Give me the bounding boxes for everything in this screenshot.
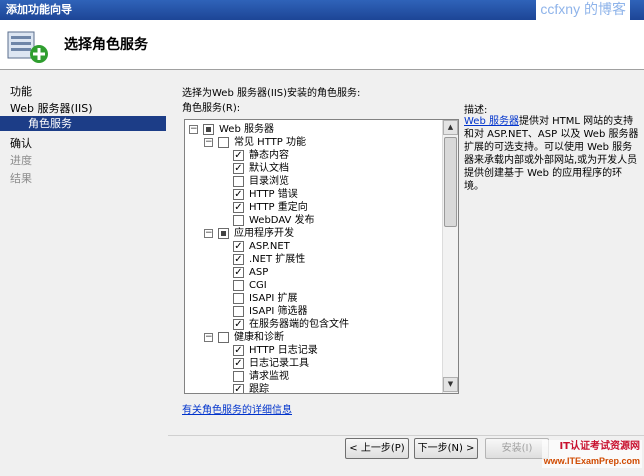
tree-scrollbar[interactable]: ▲ ▼ xyxy=(442,120,458,393)
tree-item-checkbox[interactable] xyxy=(218,332,229,343)
tree-item-checkbox[interactable] xyxy=(233,280,244,291)
scroll-up-arrow-icon[interactable]: ▲ xyxy=(443,120,458,135)
tree-item-label: Web 服务器 xyxy=(219,124,274,135)
tree-item-label: 跟踪 xyxy=(249,384,269,394)
tree-item-checkbox[interactable]: ✓ xyxy=(233,189,244,200)
instruction-text: 选择为Web 服务器(IIS)安装的角色服务: xyxy=(182,88,361,99)
tree-collapse-icon[interactable]: − xyxy=(204,138,213,147)
scroll-thumb[interactable] xyxy=(444,137,457,227)
tree-item-label: WebDAV 发布 xyxy=(249,215,315,226)
wizard-header: 选择角色服务 xyxy=(0,20,644,70)
tree-item-label: 日志记录工具 xyxy=(249,358,309,369)
blog-watermark: ccfxny 的博客 xyxy=(536,0,630,20)
bottom-divider xyxy=(168,435,644,436)
site-watermark: IT认证考试资源网 www.ITExamPrep.com xyxy=(541,440,642,468)
tree-item-checkbox[interactable]: ✓ xyxy=(233,150,244,161)
nav-step-confirmation[interactable]: 确认 xyxy=(10,135,32,151)
tree-item-label: 默认文档 xyxy=(249,163,289,174)
description-title: 描述: xyxy=(464,105,488,116)
tree-item-label: 在服务器端的包含文件 xyxy=(249,319,349,330)
role-services-tree[interactable]: − Web 服务器 − 常见 HTTP 功能 ✓ 静态内容 ✓ 默认文档 目录浏览 ✓ HTTP 错… xyxy=(184,119,459,394)
page-title: 选择角色服务 xyxy=(64,37,148,53)
tree-item-label: ASP.NET xyxy=(249,241,290,252)
tree-item-checkbox[interactable]: ✓ xyxy=(233,254,244,265)
tree-item-checkbox[interactable] xyxy=(233,371,244,382)
tree-item-checkbox[interactable] xyxy=(233,215,244,226)
wizard-step-nav: 功能 Web 服务器(IIS) 角色服务 确认 进度 结果 xyxy=(0,71,168,435)
tree-item-checkbox[interactable]: ✓ xyxy=(233,202,244,213)
role-services-label: 角色服务(R): xyxy=(182,103,241,114)
tree-item-checkbox[interactable]: ✓ xyxy=(233,319,244,330)
tree-item-label: ISAPI 筛选器 xyxy=(249,306,308,317)
window-title: 添加功能向导 xyxy=(6,3,72,16)
tree-item-label: 请求监视 xyxy=(249,371,289,382)
tree-item-label: HTTP 日志记录 xyxy=(249,345,318,356)
tree-item-checkbox[interactable] xyxy=(218,228,229,239)
tree-item-checkbox[interactable] xyxy=(233,176,244,187)
scroll-down-arrow-icon[interactable]: ▼ xyxy=(443,377,458,392)
tree-item-label: 常见 HTTP 功能 xyxy=(234,137,306,148)
tree-item-label: 应用程序开发 xyxy=(234,228,294,239)
server-add-icon xyxy=(7,31,48,63)
tree-collapse-icon[interactable]: − xyxy=(204,333,213,342)
nav-step-progress: 进度 xyxy=(10,154,32,167)
description-panel: Web 服务器提供对 HTML 网站的支持和对 ASP.NET、ASP 以及 W… xyxy=(464,115,639,193)
install-button: 安装(I) xyxy=(485,438,549,459)
tree-item-label: 目录浏览 xyxy=(249,176,289,187)
nav-step-role-services[interactable]: 角色服务 xyxy=(0,116,166,131)
previous-button[interactable]: < 上一步(P) xyxy=(345,438,409,459)
tree-item-checkbox[interactable] xyxy=(233,293,244,304)
tree-item-label: HTTP 重定向 xyxy=(249,202,308,213)
tree-item-label: .NET 扩展性 xyxy=(249,254,306,265)
tree-item-label: 静态内容 xyxy=(249,150,289,161)
tree-item-label: ASP xyxy=(249,267,269,278)
tree-collapse-icon[interactable]: − xyxy=(189,125,198,134)
tree-collapse-icon[interactable]: − xyxy=(204,229,213,238)
tree-item-label: HTTP 错误 xyxy=(249,189,298,200)
tree-item-checkbox[interactable]: ✓ xyxy=(233,384,244,393)
tree-item-checkbox[interactable]: ✓ xyxy=(233,267,244,278)
description-text: 提供对 HTML 网站的支持和对 ASP.NET、ASP 以及 Web 服务器扩… xyxy=(464,116,639,192)
role-services-details-link[interactable]: 有关角色服务的详细信息 xyxy=(182,401,292,416)
tree-item-checkbox[interactable] xyxy=(218,137,229,148)
description-web-server-link[interactable]: Web 服务器 xyxy=(464,116,519,127)
nav-step-features[interactable]: 功能 xyxy=(10,83,32,99)
nav-step-web-server[interactable]: Web 服务器(IIS) xyxy=(10,100,93,116)
next-button[interactable]: 下一步(N) > xyxy=(414,438,478,459)
tree-item-checkbox[interactable]: ✓ xyxy=(233,241,244,252)
tree-item-checkbox[interactable]: ✓ xyxy=(233,163,244,174)
tree-item-checkbox[interactable] xyxy=(233,306,244,317)
tree-item-checkbox[interactable] xyxy=(203,124,214,135)
tree-item-label: ISAPI 扩展 xyxy=(249,293,298,304)
site-watermark-name: IT认证考试资源网 xyxy=(559,441,640,452)
tree-item-label: CGI xyxy=(249,280,267,291)
nav-step-results: 结果 xyxy=(10,172,32,185)
tree-item-checkbox[interactable]: ✓ xyxy=(233,345,244,356)
tree-item-label: 健康和诊断 xyxy=(234,332,284,343)
site-watermark-url: www.ITExamPrep.com xyxy=(543,456,640,466)
main-content: 选择为Web 服务器(IIS)安装的角色服务: 角色服务(R): − Web 服务… xyxy=(168,71,644,435)
tree-item-checkbox[interactable]: ✓ xyxy=(233,358,244,369)
